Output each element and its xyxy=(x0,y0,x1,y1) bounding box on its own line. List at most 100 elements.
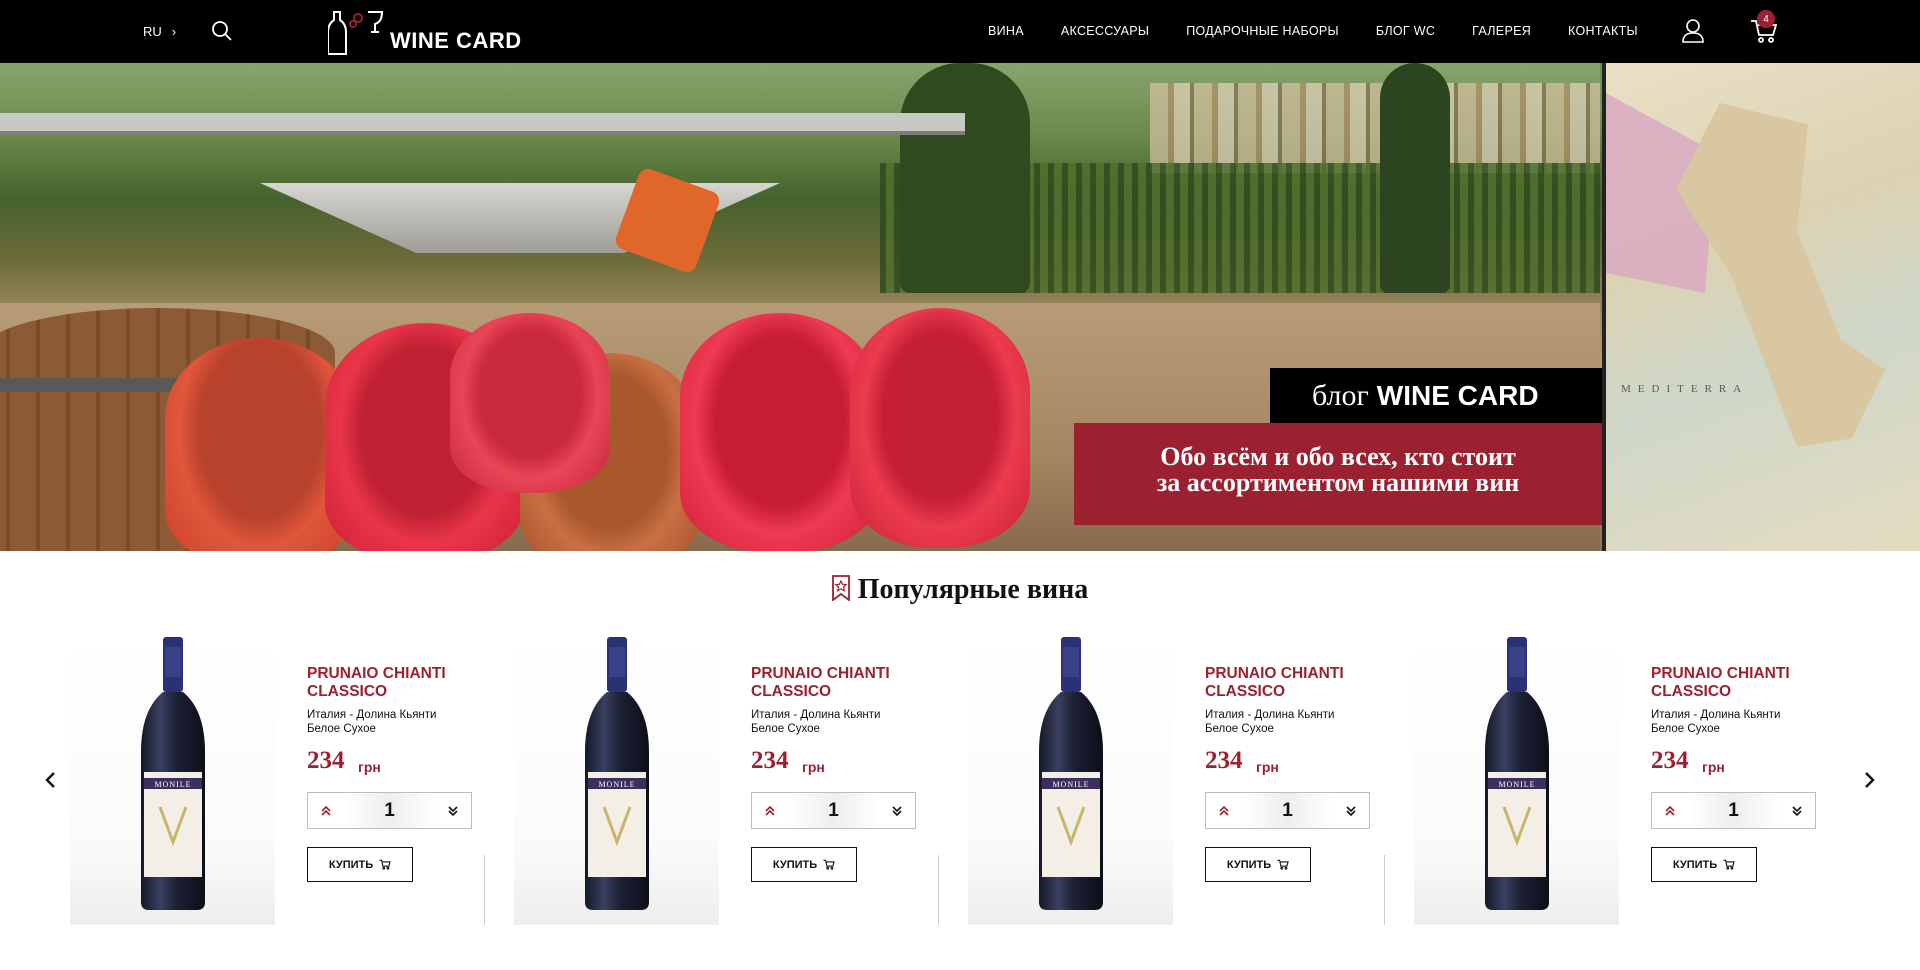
bookmark-star-icon xyxy=(831,575,850,601)
product-currency: грн xyxy=(358,759,381,775)
cart-count-badge: 4 xyxy=(1757,10,1775,28)
chevron-right-icon: › xyxy=(171,24,177,39)
card-divider xyxy=(938,855,939,925)
carousel-prev-button[interactable] xyxy=(40,770,60,790)
hero-cypress xyxy=(1380,63,1450,293)
hero-steel-table xyxy=(0,113,965,131)
quantity-value[interactable]: 1 xyxy=(344,793,435,828)
bottle-label: MONILE xyxy=(1498,780,1535,789)
wine-bottle-image: MONILE xyxy=(141,637,205,910)
product-type: Белое Сухое xyxy=(1651,723,1720,735)
nav-item-blog[interactable]: БЛОГ WC xyxy=(1376,24,1435,38)
hero-tub xyxy=(450,313,610,493)
quantity-increase-button[interactable] xyxy=(1652,793,1688,828)
product-currency: грн xyxy=(1256,759,1279,775)
product-price: 234 xyxy=(1651,747,1689,774)
account-button[interactable] xyxy=(1681,18,1705,44)
product-image[interactable]: MONILE xyxy=(968,635,1173,925)
product-image[interactable]: MONILE xyxy=(514,635,719,925)
blog-tag-prefix: блог xyxy=(1312,378,1369,412)
product-card: MONILE PRUNAIO CHIANTI CLASSICO Италия -… xyxy=(484,635,934,935)
carousel-next-button[interactable] xyxy=(1860,770,1880,790)
bottle-label: MONILE xyxy=(598,780,635,789)
product-price: 234 xyxy=(751,747,789,774)
quantity-decrease-button[interactable] xyxy=(1333,793,1369,828)
blog-banner-line: за ассортиментом нашими вин xyxy=(1156,468,1520,497)
double-chevron-down-icon xyxy=(448,805,458,816)
quantity-decrease-button[interactable] xyxy=(1779,793,1815,828)
buy-button[interactable]: КУПИТЬ xyxy=(751,847,857,882)
double-chevron-up-icon xyxy=(321,805,331,816)
language-switcher[interactable]: RU › xyxy=(143,24,176,39)
product-type: Белое Сухое xyxy=(1205,723,1274,735)
product-region: Италия - Долина Кьянти xyxy=(1651,709,1781,721)
main-nav: ВИНА АКСЕССУАРЫ ПОДАРОЧНЫЕ НАБОРЫ БЛОГ W… xyxy=(988,24,1638,38)
buy-button[interactable]: КУПИТЬ xyxy=(1205,847,1311,882)
blog-tag[interactable]: блог WINE CARD xyxy=(1270,368,1602,423)
product-name[interactable]: PRUNAIO CHIANTI CLASSICO xyxy=(1205,665,1405,701)
wine-bottle-image: MONILE xyxy=(1485,637,1549,910)
product-name[interactable]: PRUNAIO CHIANTI CLASSICO xyxy=(1651,665,1851,701)
product-name[interactable]: PRUNAIO CHIANTI CLASSICO xyxy=(307,665,507,701)
site-header: RU › WINE CARD ВИНА АКСЕССУАРЫ ПОДАРОЧНЫ… xyxy=(0,0,1920,63)
quantity-stepper: 1 xyxy=(307,792,472,829)
double-chevron-down-icon xyxy=(892,805,902,816)
quantity-stepper: 1 xyxy=(1651,792,1816,829)
product-image[interactable]: MONILE xyxy=(70,635,275,925)
product-type: Белое Сухое xyxy=(307,723,376,735)
quantity-increase-button[interactable] xyxy=(1206,793,1242,828)
cart-icon xyxy=(1723,859,1735,870)
nav-item-accessories[interactable]: АКСЕССУАРЫ xyxy=(1061,24,1149,38)
quantity-increase-button[interactable] xyxy=(752,793,788,828)
cart-icon xyxy=(823,859,835,870)
product-price: 234 xyxy=(307,747,345,774)
double-chevron-down-icon xyxy=(1792,805,1802,816)
hero-map: MEDITERRA xyxy=(1602,63,1920,551)
search-button[interactable] xyxy=(210,19,234,43)
chevron-left-icon xyxy=(45,772,55,788)
wine-bottle-image: MONILE xyxy=(1039,637,1103,910)
quantity-value[interactable]: 1 xyxy=(1688,793,1779,828)
bottle-label: MONILE xyxy=(154,780,191,789)
card-divider xyxy=(484,855,485,925)
product-price: 234 xyxy=(1205,747,1243,774)
product-currency: грн xyxy=(1702,759,1725,775)
nav-item-contacts[interactable]: КОНТАКТЫ xyxy=(1568,24,1638,38)
hero-slider[interactable]: MEDITERRA xyxy=(0,63,1920,551)
search-icon xyxy=(212,21,232,41)
language-label: RU xyxy=(143,24,162,39)
nav-item-wines[interactable]: ВИНА xyxy=(988,24,1024,38)
card-divider xyxy=(1384,855,1385,925)
hero-tub xyxy=(850,308,1030,548)
buy-button[interactable]: КУПИТЬ xyxy=(307,847,413,882)
logo-text: WINE CARD xyxy=(390,28,522,53)
hero-cypress xyxy=(900,63,1030,293)
quantity-stepper: 1 xyxy=(751,792,916,829)
quantity-value[interactable]: 1 xyxy=(1242,793,1333,828)
map-sea-label: MEDITERRA xyxy=(1621,383,1749,395)
cart-icon xyxy=(379,859,391,870)
double-chevron-up-icon xyxy=(1665,805,1675,816)
double-chevron-up-icon xyxy=(1219,805,1229,816)
product-name[interactable]: PRUNAIO CHIANTI CLASSICO xyxy=(751,665,951,701)
nav-item-gallery[interactable]: ГАЛЕРЕЯ xyxy=(1472,24,1531,38)
product-card: MONILE PRUNAIO CHIANTI CLASSICO Италия -… xyxy=(1384,635,1834,935)
double-chevron-up-icon xyxy=(765,805,775,816)
quantity-decrease-button[interactable] xyxy=(879,793,915,828)
buy-button[interactable]: КУПИТЬ xyxy=(1651,847,1757,882)
quantity-increase-button[interactable] xyxy=(308,793,344,828)
product-region: Италия - Долина Кьянти xyxy=(751,709,881,721)
product-image[interactable]: MONILE xyxy=(1414,635,1619,925)
logo[interactable]: WINE CARD xyxy=(328,8,522,56)
quantity-value[interactable]: 1 xyxy=(788,793,879,828)
product-region: Италия - Долина Кьянти xyxy=(307,709,437,721)
popular-wines-title: Популярные вина xyxy=(0,574,1920,606)
nav-item-gift-sets[interactable]: ПОДАРОЧНЫЕ НАБОРЫ xyxy=(1186,24,1339,38)
user-icon xyxy=(1682,19,1704,43)
chevron-right-icon xyxy=(1865,772,1875,788)
product-type: Белое Сухое xyxy=(751,723,820,735)
blog-banner[interactable]: Обо всём и обо всех, кто стоит за ассорт… xyxy=(1074,423,1602,525)
double-chevron-down-icon xyxy=(1346,805,1356,816)
quantity-decrease-button[interactable] xyxy=(435,793,471,828)
logo-bottle-icon xyxy=(328,11,384,55)
